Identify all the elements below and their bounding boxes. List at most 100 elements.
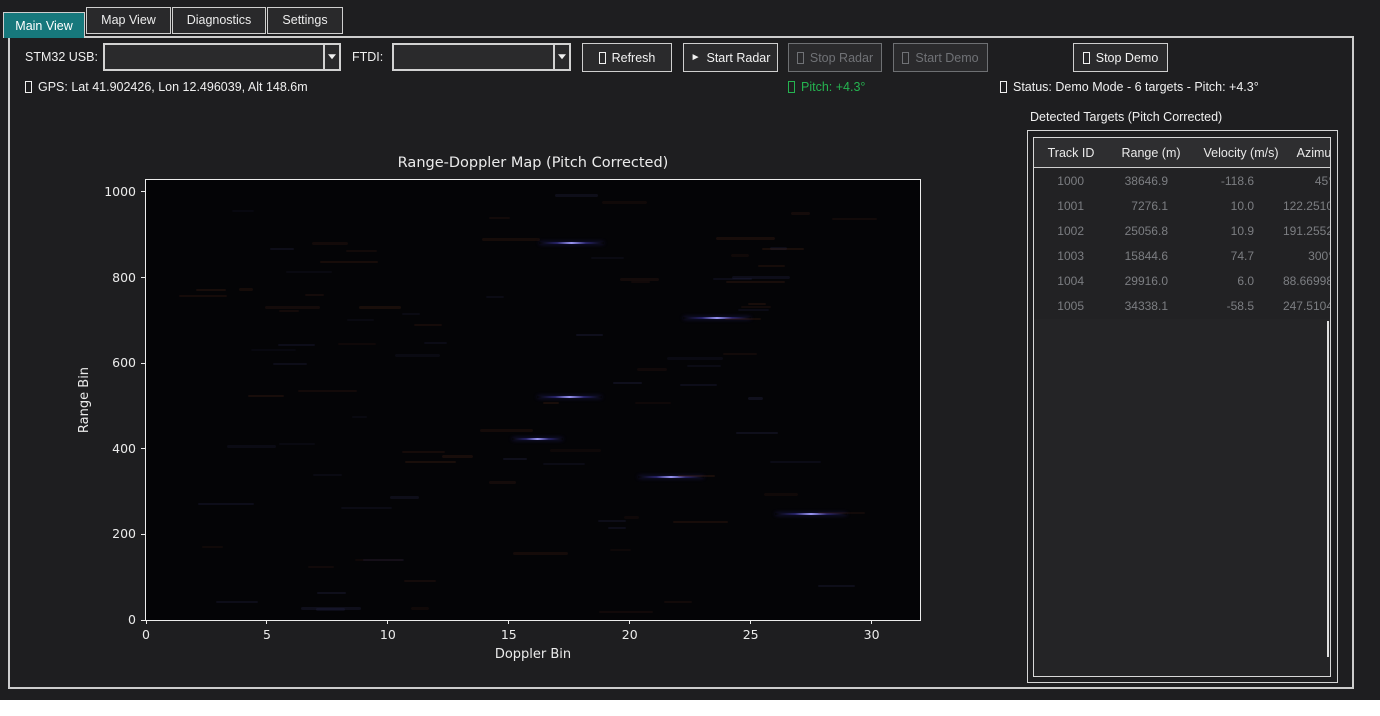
noise-speckle	[279, 310, 299, 312]
start-radar-button-label: Start Radar	[706, 51, 770, 65]
x-tick-label: 30	[852, 627, 892, 642]
noise-speckle	[363, 559, 404, 561]
noise-speckle	[279, 443, 315, 445]
table-row[interactable]: 100534338.1-58.5247.5104	[1034, 294, 1330, 319]
table-cell: 74.7	[1164, 244, 1254, 269]
status-label: Status: Demo Mode - 6 targets - Pitch: +…	[1013, 80, 1259, 94]
tab-main-view[interactable]: Main View	[3, 12, 85, 38]
x-tick-label: 15	[489, 627, 529, 642]
noise-speckle	[764, 493, 798, 496]
table-scrollbar[interactable]	[1327, 321, 1329, 657]
table-cell: 7276.1	[1078, 194, 1168, 219]
start-radar-button[interactable]: ► Start Radar	[683, 43, 778, 72]
pitch-label: Pitch: +4.3°	[801, 80, 865, 94]
table-cell: 25056.8	[1078, 219, 1168, 244]
noise-speckle	[270, 248, 294, 250]
ftdi-value	[394, 45, 553, 69]
x-tick	[387, 620, 388, 624]
noise-speckle	[489, 481, 516, 484]
table-cell: 10.0	[1164, 194, 1254, 219]
table-cell: 191.2552	[1243, 219, 1331, 244]
stop-radar-button[interactable]: Stop Radar	[788, 43, 882, 72]
tab-diagnostics[interactable]: Diagnostics	[172, 7, 266, 34]
table-row[interactable]: 100225056.810.9191.2552	[1034, 219, 1330, 244]
noise-speckle	[313, 474, 342, 476]
noise-speckle	[725, 318, 762, 320]
x-tick-label: 0	[126, 627, 166, 642]
noise-speckle	[198, 503, 254, 505]
table-row[interactable]: 10017276.110.0122.2510	[1034, 194, 1330, 219]
y-tick	[141, 363, 146, 364]
stm32-usb-combobox[interactable]	[103, 43, 341, 71]
noise-speckle	[620, 278, 660, 281]
stm32-usb-value	[105, 45, 323, 69]
noise-speckle	[390, 496, 418, 499]
noise-speckle	[736, 432, 778, 434]
table-cell: 1003	[1033, 244, 1084, 269]
table-row[interactable]: 100315844.674.7300°	[1034, 244, 1330, 269]
noise-speckle	[232, 210, 254, 212]
x-tick-label: 10	[368, 627, 408, 642]
y-tick-label: 400	[88, 441, 136, 456]
tab-map-view[interactable]: Map View	[86, 7, 171, 34]
table-cell: 1000	[1033, 169, 1084, 194]
stm32-usb-label: STM32 USB:	[25, 43, 98, 71]
table-cell: 34338.1	[1078, 294, 1168, 319]
noise-speckle	[624, 516, 639, 519]
targets-table[interactable]: Track IDRange (m)Velocity (m/s)Azimu 100…	[1033, 137, 1331, 677]
table-cell: 10.9	[1164, 219, 1254, 244]
noise-speckle	[543, 402, 559, 404]
tab-settings[interactable]: Settings	[267, 7, 343, 34]
x-tick	[629, 620, 630, 624]
stop-demo-button-label: Stop Demo	[1096, 51, 1159, 65]
stop-demo-button[interactable]: Stop Demo	[1073, 43, 1168, 72]
noise-speckle	[317, 592, 347, 594]
noise-speckle	[402, 313, 420, 315]
noise-speckle	[411, 607, 429, 610]
table-cell: 38646.9	[1078, 169, 1168, 194]
noise-speckle	[550, 449, 601, 452]
noise-speckle	[599, 611, 653, 613]
noise-speckle	[503, 458, 528, 460]
table-header-cell[interactable]: Azimu	[1269, 138, 1331, 168]
y-tick	[141, 191, 146, 192]
noise-speckle	[404, 580, 436, 582]
table-header-cell[interactable]: Range (m)	[1106, 138, 1196, 168]
x-tick-label: 5	[247, 627, 287, 642]
chart-title: Range-Doppler Map (Pitch Corrected)	[283, 155, 783, 171]
gps-status-label: GPS: Lat 41.902426, Lon 12.496039, Alt 1…	[38, 80, 308, 94]
table-row[interactable]: 100429916.06.088.66998	[1034, 269, 1330, 294]
noise-speckle	[405, 461, 455, 463]
play-icon: ►	[691, 52, 701, 64]
y-tick-label: 200	[88, 526, 136, 541]
refresh-button[interactable]: Refresh	[582, 43, 672, 72]
refresh-button-label: Refresh	[612, 51, 656, 65]
noise-speckle	[543, 463, 585, 465]
y-tick-label: 600	[88, 355, 136, 370]
table-cell: 300°	[1243, 244, 1331, 269]
noise-speckle	[216, 601, 259, 603]
noise-speckle	[489, 217, 509, 219]
noise-speckle	[635, 402, 671, 404]
noise-speckle	[179, 295, 227, 297]
table-cell: 1004	[1033, 269, 1084, 294]
noise-speckle	[486, 296, 504, 298]
x-tick	[871, 620, 872, 624]
noise-speckle	[637, 368, 667, 371]
noise-speckle	[414, 324, 442, 326]
table-header-cell[interactable]: Track ID	[1033, 138, 1116, 168]
start-demo-button[interactable]: Start Demo	[893, 43, 988, 72]
stop-demo-icon	[1083, 52, 1090, 64]
x-tick	[266, 620, 267, 624]
y-axis-label: Range Bin	[77, 300, 93, 500]
chevron-down-icon[interactable]	[553, 45, 569, 69]
ftdi-combobox[interactable]	[392, 43, 571, 71]
noise-speckle	[251, 349, 296, 351]
ftdi-label: FTDI:	[352, 43, 383, 71]
chevron-down-icon[interactable]	[323, 45, 339, 69]
table-cell: 88.66998	[1243, 269, 1331, 294]
y-tick	[141, 534, 146, 535]
table-row[interactable]: 100038646.9-118.645°	[1034, 169, 1330, 194]
table-cell: 1001	[1033, 194, 1084, 219]
noise-speckle	[320, 261, 378, 263]
